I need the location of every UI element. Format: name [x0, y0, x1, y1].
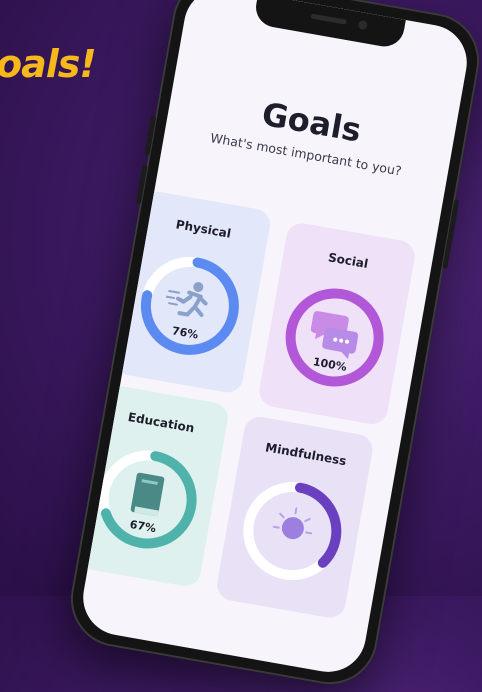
goal-label: Education	[126, 409, 196, 436]
camera-icon	[357, 19, 368, 31]
app-screen: Goals What's most important to you? Phys…	[77, 0, 473, 678]
running-person-icon	[165, 282, 208, 318]
phone-mockup: Goals What's most important to you? Phys…	[63, 0, 482, 692]
goal-label: Physical	[174, 217, 233, 241]
speaker-grille	[310, 13, 347, 25]
goal-label: Mindfulness	[264, 440, 348, 469]
goal-card-mindfulness[interactable]: Mindfulness	[214, 414, 375, 621]
chat-bubbles-icon	[310, 311, 359, 360]
goal-label: Social	[327, 250, 370, 272]
headline: oals!	[0, 42, 97, 86]
book-icon	[130, 472, 165, 517]
lightbulb-icon	[272, 507, 313, 540]
goal-card-social[interactable]: Social 100%	[256, 220, 418, 427]
